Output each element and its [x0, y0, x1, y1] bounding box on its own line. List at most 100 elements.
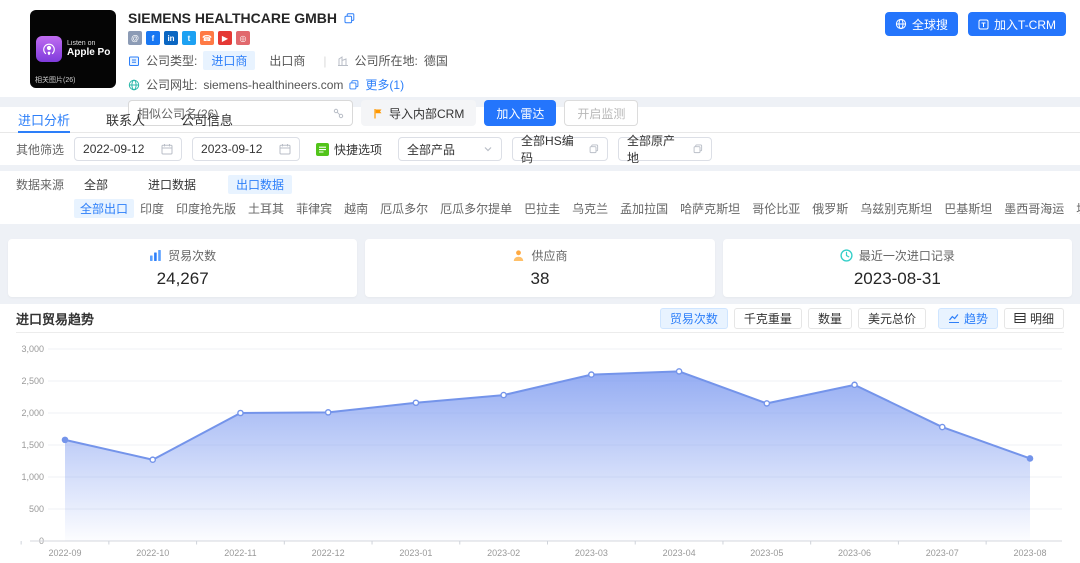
- similar-companies-select[interactable]: 相似公司名(26): [128, 100, 353, 126]
- data-point-2023-01[interactable]: [413, 400, 418, 405]
- table-icon: [1014, 312, 1026, 324]
- data-point-2022-10[interactable]: [150, 457, 155, 462]
- more-websites-link[interactable]: 更多(1): [365, 76, 404, 93]
- country-tab[interactable]: 乌克兰: [566, 199, 614, 218]
- data-source-option[interactable]: 出口数据: [228, 175, 292, 194]
- country-tab[interactable]: 墨西哥海运: [998, 199, 1070, 218]
- country-tab[interactable]: 哈萨克斯坦: [674, 199, 746, 218]
- filter-bar: 其他筛选 2022-09-12 2023-09-12 快捷选项 全部产品 全部H…: [0, 133, 1080, 165]
- tab-联系人[interactable]: 联系人: [106, 107, 145, 132]
- country-tab[interactable]: 孟加拉国: [614, 199, 674, 218]
- add-radar-button[interactable]: 加入雷达: [484, 100, 556, 126]
- view-button-明细[interactable]: 明细: [1004, 308, 1064, 329]
- country-tab[interactable]: 巴基斯坦: [938, 199, 998, 218]
- country-tab[interactable]: 越南: [338, 199, 374, 218]
- company-type-label: 公司类型:: [146, 52, 197, 69]
- svg-text:2023-08: 2023-08: [1013, 548, 1046, 558]
- data-point-2023-05[interactable]: [764, 401, 769, 406]
- copy-website-icon[interactable]: [349, 80, 359, 90]
- calendar-icon: [279, 143, 291, 155]
- country-tab[interactable]: 哥伦比亚: [746, 199, 806, 218]
- instagram-icon[interactable]: ◎: [236, 31, 250, 45]
- svg-text:500: 500: [29, 504, 44, 514]
- youtube-icon[interactable]: ▶: [218, 31, 232, 45]
- website-icon[interactable]: @: [128, 31, 142, 45]
- join-tcrm-button[interactable]: 加入T-CRM: [968, 12, 1066, 36]
- view-button-趋势[interactable]: 趋势: [938, 308, 998, 329]
- svg-text:2023-06: 2023-06: [838, 548, 871, 558]
- country-tab[interactable]: 俄罗斯: [806, 199, 854, 218]
- stat-label: 供应商: [531, 247, 567, 264]
- country-tab[interactable]: 厄瓜多尔: [374, 199, 434, 218]
- country-tab[interactable]: 印度: [134, 199, 170, 218]
- view-buttons: 趋势明细: [938, 308, 1064, 329]
- origin-select[interactable]: 全部原产地: [618, 137, 712, 161]
- facebook-icon[interactable]: f: [146, 31, 160, 45]
- data-point-2022-11[interactable]: [238, 410, 243, 415]
- metric-button-数量[interactable]: 数量: [808, 308, 852, 329]
- country-tabs: 全部出口印度印度抢先版土耳其菲律宾越南厄瓜多尔厄瓜多尔提单巴拉圭乌克兰孟加拉国哈…: [74, 199, 1080, 218]
- globe-icon: [128, 79, 140, 91]
- svg-text:2022-12: 2022-12: [312, 548, 345, 558]
- country-tab[interactable]: 厄瓜多尔提单: [434, 199, 518, 218]
- country-tab[interactable]: 坦桑尼亚: [1070, 199, 1080, 218]
- date-to-input[interactable]: 2023-09-12: [192, 137, 300, 161]
- copy-company-name-icon[interactable]: [344, 13, 355, 24]
- tab-进口分析[interactable]: 进口分析: [18, 107, 70, 132]
- stat-label: 最近一次进口记录: [859, 247, 955, 264]
- date-from-input[interactable]: 2022-09-12: [74, 137, 182, 161]
- line-chart-icon: [948, 312, 960, 324]
- global-search-button[interactable]: 全球搜: [885, 12, 958, 36]
- data-source-option[interactable]: 全部: [76, 175, 116, 194]
- company-type-icon: [128, 55, 140, 67]
- start-monitor-button[interactable]: 开启监测: [564, 100, 638, 126]
- tab-公司信息[interactable]: 公司信息: [181, 107, 233, 132]
- country-tab[interactable]: 乌兹别克斯坦: [854, 199, 938, 218]
- data-point-2022-12[interactable]: [326, 410, 331, 415]
- quick-options-button[interactable]: 快捷选项: [310, 137, 388, 161]
- country-tab[interactable]: 土耳其: [242, 199, 290, 218]
- trend-title: 进口贸易趋势: [16, 309, 94, 328]
- product-select[interactable]: 全部产品: [398, 137, 502, 161]
- globe-white-icon: [895, 18, 907, 30]
- metric-button-千克重量[interactable]: 千克重量: [734, 308, 802, 329]
- svg-text:2022-11: 2022-11: [224, 548, 256, 558]
- calendar-icon: [161, 143, 173, 155]
- country-tab[interactable]: 全部出口: [74, 199, 134, 218]
- stat-value: 2023-08-31: [854, 269, 941, 289]
- company-name: SIEMENS HEALTHCARE GMBH: [128, 10, 337, 26]
- tcrm-icon: [978, 19, 989, 30]
- metric-buttons: 贸易次数千克重量数量美元总价: [660, 308, 926, 329]
- svg-text:2022-09: 2022-09: [48, 548, 81, 558]
- stats-cards: 贸易次数24,267供应商38最近一次进口记录2023-08-31: [0, 232, 1080, 304]
- country-tab[interactable]: 巴拉圭: [518, 199, 566, 218]
- phone-icon[interactable]: ☎: [200, 31, 214, 45]
- data-point-2023-04[interactable]: [676, 369, 681, 374]
- data-point-2023-03[interactable]: [589, 372, 594, 377]
- hs-code-select[interactable]: 全部HS编码: [512, 137, 608, 161]
- metric-button-贸易次数[interactable]: 贸易次数: [660, 308, 728, 329]
- country-tab[interactable]: 菲律宾: [290, 199, 338, 218]
- quick-options-icon: [316, 143, 329, 156]
- twitter-icon[interactable]: t: [182, 31, 196, 45]
- related-images-link[interactable]: 相关图片(26): [35, 75, 75, 85]
- data-point-2023-02[interactable]: [501, 392, 506, 397]
- stat-card: 供应商38: [365, 239, 714, 297]
- website-value[interactable]: siemens-healthineers.com: [203, 78, 343, 92]
- logo-line1: Listen on: [67, 40, 110, 48]
- flag-icon: [373, 108, 384, 119]
- similar-companies-icon: [333, 108, 344, 119]
- linkedin-icon[interactable]: in: [164, 31, 178, 45]
- data-point-2023-07[interactable]: [940, 424, 945, 429]
- clock-icon: [840, 249, 853, 262]
- import-crm-button[interactable]: 导入内部CRM: [361, 100, 476, 126]
- section-divider: [0, 224, 1080, 232]
- data-source-option[interactable]: 进口数据: [140, 175, 204, 194]
- data-point-2023-06[interactable]: [852, 382, 857, 387]
- exporter-tag[interactable]: 出口商: [261, 51, 313, 70]
- data-point-2022-09[interactable]: [62, 437, 67, 442]
- data-point-2023-08[interactable]: [1027, 456, 1032, 461]
- country-tab[interactable]: 印度抢先版: [170, 199, 242, 218]
- metric-button-美元总价[interactable]: 美元总价: [858, 308, 926, 329]
- importer-tag[interactable]: 进口商: [203, 51, 255, 70]
